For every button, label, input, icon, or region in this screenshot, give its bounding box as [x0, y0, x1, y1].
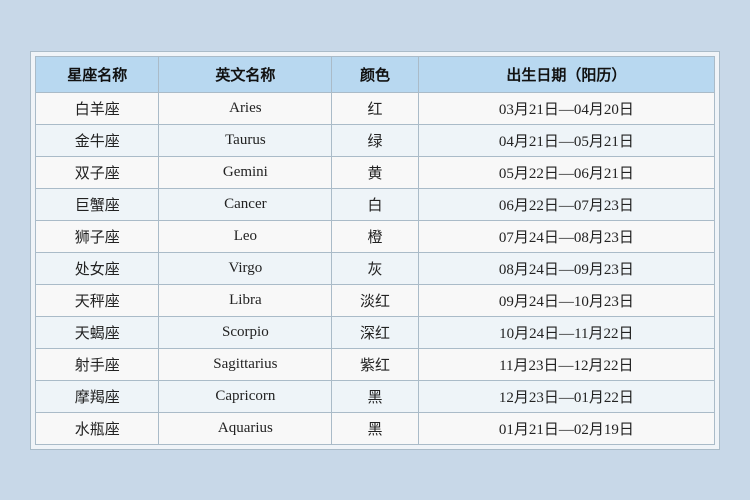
table-row: 双子座Gemini黄05月22日—06月21日 — [36, 156, 715, 188]
zodiac-table: 星座名称 英文名称 颜色 出生日期（阳历） 白羊座Aries红03月21日—04… — [35, 56, 715, 445]
cell-zh: 处女座 — [36, 252, 159, 284]
cell-zh: 水瓶座 — [36, 412, 159, 444]
cell-en: Capricorn — [159, 380, 332, 412]
table-header-row: 星座名称 英文名称 颜色 出生日期（阳历） — [36, 56, 715, 92]
table-row: 摩羯座Capricorn黑12月23日—01月22日 — [36, 380, 715, 412]
table-row: 射手座Sagittarius紫红11月23日—12月22日 — [36, 348, 715, 380]
cell-en: Gemini — [159, 156, 332, 188]
table-row: 狮子座Leo橙07月24日—08月23日 — [36, 220, 715, 252]
cell-date: 01月21日—02月19日 — [418, 412, 714, 444]
header-zh: 星座名称 — [36, 56, 159, 92]
cell-date: 05月22日—06月21日 — [418, 156, 714, 188]
cell-color: 白 — [332, 188, 418, 220]
cell-color: 紫红 — [332, 348, 418, 380]
cell-zh: 天秤座 — [36, 284, 159, 316]
cell-en: Virgo — [159, 252, 332, 284]
cell-date: 07月24日—08月23日 — [418, 220, 714, 252]
cell-color: 灰 — [332, 252, 418, 284]
cell-en: Scorpio — [159, 316, 332, 348]
cell-en: Sagittarius — [159, 348, 332, 380]
cell-zh: 狮子座 — [36, 220, 159, 252]
cell-en: Taurus — [159, 124, 332, 156]
header-date: 出生日期（阳历） — [418, 56, 714, 92]
cell-date: 08月24日—09月23日 — [418, 252, 714, 284]
cell-zh: 射手座 — [36, 348, 159, 380]
table-row: 天秤座Libra淡红09月24日—10月23日 — [36, 284, 715, 316]
cell-date: 12月23日—01月22日 — [418, 380, 714, 412]
cell-en: Cancer — [159, 188, 332, 220]
table-row: 处女座Virgo灰08月24日—09月23日 — [36, 252, 715, 284]
table-row: 白羊座Aries红03月21日—04月20日 — [36, 92, 715, 124]
cell-zh: 金牛座 — [36, 124, 159, 156]
cell-en: Libra — [159, 284, 332, 316]
cell-date: 09月24日—10月23日 — [418, 284, 714, 316]
cell-date: 03月21日—04月20日 — [418, 92, 714, 124]
cell-en: Leo — [159, 220, 332, 252]
cell-color: 黄 — [332, 156, 418, 188]
cell-color: 橙 — [332, 220, 418, 252]
cell-date: 11月23日—12月22日 — [418, 348, 714, 380]
cell-date: 04月21日—05月21日 — [418, 124, 714, 156]
cell-color: 黑 — [332, 412, 418, 444]
cell-color: 黑 — [332, 380, 418, 412]
table-row: 金牛座Taurus绿04月21日—05月21日 — [36, 124, 715, 156]
cell-zh: 摩羯座 — [36, 380, 159, 412]
header-color: 颜色 — [332, 56, 418, 92]
table-row: 巨蟹座Cancer白06月22日—07月23日 — [36, 188, 715, 220]
cell-en: Aries — [159, 92, 332, 124]
table-row: 天蝎座Scorpio深红10月24日—11月22日 — [36, 316, 715, 348]
zodiac-table-container: 星座名称 英文名称 颜色 出生日期（阳历） 白羊座Aries红03月21日—04… — [30, 51, 720, 450]
header-en: 英文名称 — [159, 56, 332, 92]
cell-date: 10月24日—11月22日 — [418, 316, 714, 348]
cell-en: Aquarius — [159, 412, 332, 444]
cell-zh: 巨蟹座 — [36, 188, 159, 220]
cell-color: 深红 — [332, 316, 418, 348]
cell-color: 绿 — [332, 124, 418, 156]
cell-zh: 白羊座 — [36, 92, 159, 124]
cell-color: 淡红 — [332, 284, 418, 316]
cell-color: 红 — [332, 92, 418, 124]
table-row: 水瓶座Aquarius黑01月21日—02月19日 — [36, 412, 715, 444]
cell-zh: 天蝎座 — [36, 316, 159, 348]
cell-zh: 双子座 — [36, 156, 159, 188]
cell-date: 06月22日—07月23日 — [418, 188, 714, 220]
